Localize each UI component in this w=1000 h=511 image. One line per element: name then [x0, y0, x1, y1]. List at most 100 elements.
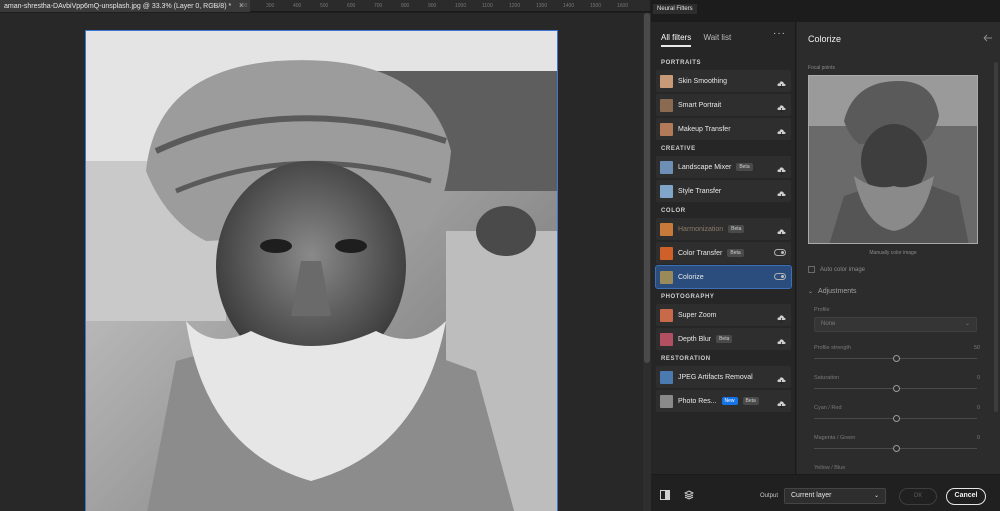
cloud-download-icon[interactable] — [777, 100, 786, 114]
portrait-photo — [86, 31, 557, 511]
filter-item-super-zoom[interactable]: Super Zoom — [656, 304, 791, 326]
control-value: 0 — [976, 405, 980, 411]
neural-filters-window: Neural Filters All filters Wait list ···… — [651, 0, 1000, 511]
control-label: Yellow / Blue — [814, 465, 846, 471]
filter-item-skin-smoothing[interactable]: Skin Smoothing — [656, 70, 791, 92]
reset-icon[interactable] — [983, 34, 993, 42]
ruler-mark: 100 — [212, 3, 221, 9]
adjustment-slider[interactable] — [814, 415, 977, 422]
filter-toggle[interactable] — [774, 249, 786, 256]
focal-points-preview[interactable] — [808, 75, 978, 244]
tab-all-filters[interactable]: All filters — [661, 33, 692, 47]
cloud-download-icon[interactable] — [777, 224, 786, 238]
filter-item-style-transfer[interactable]: Style Transfer — [656, 180, 791, 202]
chevron-down-icon: ⌄ — [964, 321, 970, 327]
filter-thumbnail — [660, 332, 673, 346]
ruler-mark: 1100 — [482, 3, 493, 9]
filter-item-colorize[interactable]: Colorize — [655, 265, 792, 289]
more-options-icon[interactable]: ··· — [773, 28, 786, 39]
panel-scrollbar[interactable] — [994, 62, 998, 412]
filter-item-color-transfer[interactable]: Color Transfer Beta — [656, 242, 791, 264]
ruler-mark: 1000 — [455, 3, 467, 9]
ruler-mark: 1500 — [590, 3, 602, 9]
status-badge: New — [721, 397, 738, 405]
ruler-mark: 500 — [320, 3, 329, 9]
cloud-download-icon[interactable] — [777, 372, 786, 386]
scrollbar-thumb[interactable] — [644, 13, 650, 363]
document-tab-title: aman-shrestha-DAvbiVpp6mQ-unsplash.jpg @… — [4, 3, 232, 10]
adjustment-slider[interactable] — [814, 445, 977, 452]
focal-points-label: Focal points — [808, 65, 835, 71]
filter-item-depth-blur[interactable]: Depth Blur Beta — [656, 328, 791, 350]
filter-thumbnail — [660, 394, 673, 408]
ruler-mark: 700 — [374, 3, 383, 9]
filter-item-photo-res[interactable]: Photo Res... New Beta — [656, 390, 791, 412]
photoshop-window: aman-shrestha-DAvbiVpp6mQ-unsplash.jpg @… — [0, 0, 1000, 511]
slider-knob[interactable] — [892, 385, 900, 392]
filter-list: PORTRAITS Skin Smoothing Smart Portrait Mak… — [655, 56, 792, 414]
output-dropdown[interactable]: Current layer ⌄ — [784, 488, 886, 504]
status-badge: Beta — [716, 335, 733, 343]
adjustments-section-toggle[interactable]: ⌄ Adjustments — [808, 288, 857, 295]
slider-knob[interactable] — [892, 445, 900, 452]
filter-name: Harmonization — [678, 225, 724, 233]
filter-thumbnail — [660, 122, 673, 136]
layers-icon[interactable] — [684, 490, 694, 500]
ok-button[interactable]: OK — [899, 488, 937, 505]
adjustment-slider[interactable] — [814, 385, 977, 392]
filter-thumbnail — [660, 160, 673, 174]
slider-knob[interactable] — [892, 415, 900, 422]
auto-color-row[interactable]: Auto color image — [808, 266, 865, 273]
cloud-download-icon[interactable] — [777, 310, 786, 324]
profile-dropdown[interactable]: None ⌄ — [814, 317, 977, 332]
horizontal-ruler: 100 200 300 400 500 600 700 800 900 1000 1100 1200 1… — [212, 0, 642, 12]
auto-color-checkbox[interactable] — [808, 266, 815, 273]
section-header: COLOR — [661, 208, 686, 214]
neural-filters-titlebar: Neural Filters — [651, 0, 1000, 22]
canvas-area[interactable] — [0, 13, 643, 511]
slider-knob[interactable] — [892, 355, 900, 362]
control-label: Cyan / Red — [814, 405, 842, 411]
filter-name: Colorize — [678, 273, 704, 281]
section-header: PORTRAITS — [661, 60, 702, 66]
filter-name: Smart Portrait — [678, 101, 722, 109]
filter-thumbnail — [660, 98, 673, 112]
filter-name: Makeup Transfer — [678, 125, 731, 133]
filter-item-landscape-mixer[interactable]: Landscape Mixer Beta — [656, 156, 791, 178]
cloud-download-icon[interactable] — [777, 162, 786, 176]
compare-preview-icon[interactable] — [660, 490, 670, 500]
neural-filters-footer: Output Current layer ⌄ OK Cancel — [651, 474, 1000, 511]
filter-item-smart-portrait[interactable]: Smart Portrait — [656, 94, 791, 116]
filter-name: JPEG Artifacts Removal — [678, 373, 753, 381]
section-header: CREATIVE — [661, 146, 696, 152]
status-badge: Beta — [727, 249, 744, 257]
window-title: Neural Filters — [653, 4, 697, 14]
filter-settings-panel: Colorize Focal points Manually color ima… — [797, 22, 1000, 474]
control-value: 0 — [976, 435, 980, 441]
document-image[interactable] — [85, 30, 558, 511]
manual-color-label: Manually color image — [869, 250, 917, 256]
filter-item-makeup-transfer[interactable]: Makeup Transfer — [656, 118, 791, 140]
cloud-download-icon[interactable] — [777, 186, 786, 200]
filter-thumbnail — [660, 74, 673, 88]
vertical-scrollbar[interactable] — [643, 13, 651, 511]
adjustment-slider[interactable] — [814, 355, 977, 362]
filter-item-harmonization[interactable]: Harmonization Beta — [656, 218, 791, 240]
cancel-button[interactable]: Cancel — [946, 488, 986, 505]
cloud-download-icon[interactable] — [777, 76, 786, 90]
control-label: Magenta / Green — [814, 435, 856, 441]
tab-wait-list[interactable]: Wait list — [703, 33, 731, 42]
cloud-download-icon[interactable] — [777, 334, 786, 348]
status-badge: Beta — [728, 225, 745, 233]
ruler-mark: 200 — [239, 3, 248, 9]
ruler-mark: 1200 — [509, 3, 521, 9]
filter-item-jpeg-artifacts-removal[interactable]: JPEG Artifacts Removal — [656, 366, 791, 388]
ruler-mark: 600 — [347, 3, 356, 9]
status-badge: Beta — [736, 163, 753, 171]
filter-thumbnail — [660, 222, 673, 236]
cloud-download-icon[interactable] — [777, 124, 786, 138]
filter-toggle[interactable] — [774, 273, 786, 280]
cloud-download-icon[interactable] — [777, 396, 786, 410]
auto-color-label: Auto color image — [820, 266, 866, 273]
filter-tabs: All filters Wait list — [661, 33, 741, 47]
